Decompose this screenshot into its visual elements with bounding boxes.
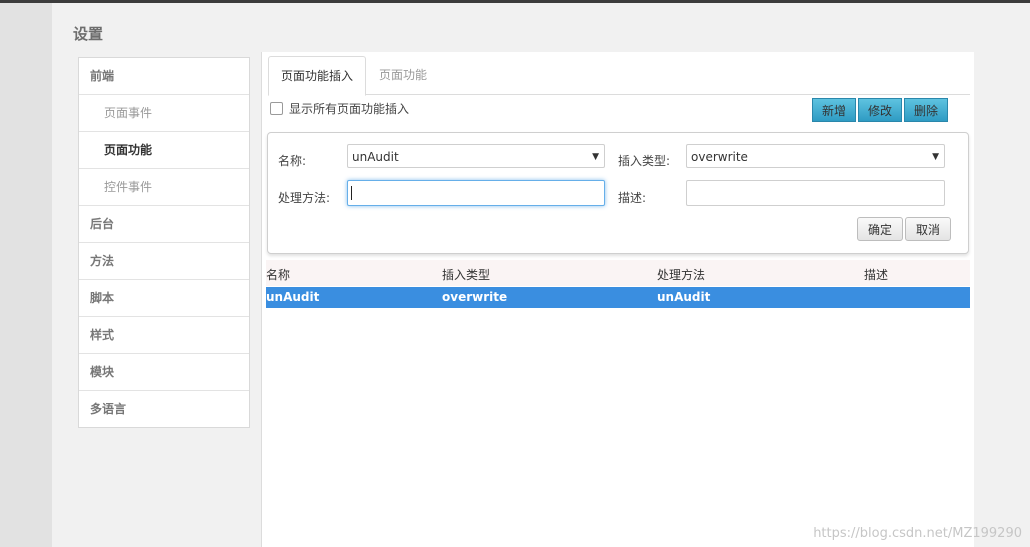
chevron-down-icon: ▼: [932, 152, 939, 162]
tab-page-function[interactable]: 页面功能: [367, 56, 439, 94]
tab-page-function-insert[interactable]: 页面功能插入: [268, 56, 367, 96]
add-button[interactable]: 新增: [812, 98, 856, 122]
desc-input[interactable]: [686, 180, 945, 206]
edit-button[interactable]: 修改: [858, 98, 902, 122]
table-row[interactable]: unAudit overwrite unAudit: [266, 287, 970, 308]
show-all-checkbox[interactable]: [270, 101, 283, 115]
sidebar-item-methods[interactable]: 方法: [79, 243, 249, 280]
desc-label: 描述:: [618, 191, 647, 205]
cancel-button[interactable]: 取消: [905, 217, 951, 241]
dialog-title: 设置: [73, 25, 104, 43]
insert-type-select-value: overwrite: [691, 150, 748, 164]
tab-bar: 页面功能插入 页面功能: [268, 56, 970, 96]
method-label: 处理方法:: [278, 191, 331, 205]
column-header-method[interactable]: 处理方法: [657, 266, 705, 283]
cell-insert-type: overwrite: [442, 290, 508, 304]
sidebar-item-page-events[interactable]: 页面事件: [79, 95, 249, 132]
toolbar: 新增 修改 删除: [812, 98, 950, 122]
column-header-desc[interactable]: 描述: [864, 266, 888, 283]
column-header-insert-type[interactable]: 插入类型: [442, 266, 490, 283]
show-all-label: 显示所有页面功能插入: [289, 101, 410, 116]
cell-method: unAudit: [657, 290, 711, 304]
name-select-value: unAudit: [352, 150, 399, 164]
column-header-name[interactable]: 名称: [266, 266, 290, 283]
delete-button[interactable]: 删除: [904, 98, 948, 122]
name-label: 名称:: [278, 154, 307, 168]
settings-dialog: 设置 前端 页面事件 页面功能 控件事件 后台 方法 脚本 样式 模块 多语言 …: [52, 3, 1030, 547]
sidebar-item-languages[interactable]: 多语言: [79, 391, 249, 427]
edit-form: 名称: unAudit ▼ 插入类型: overwrite ▼ 处理方法: 描述…: [267, 132, 969, 254]
sidebar-item-backend[interactable]: 后台: [79, 206, 249, 243]
main-panel: 页面功能插入 页面功能 显示所有页面功能插入 新增 修改 删除 名称: unAu…: [261, 52, 974, 547]
chevron-down-icon: ▼: [592, 152, 599, 162]
sidebar-item-scripts[interactable]: 脚本: [79, 280, 249, 317]
table-header: 名称 插入类型 处理方法 描述: [266, 260, 970, 286]
confirm-button[interactable]: 确定: [857, 217, 903, 241]
settings-sidebar: 前端 页面事件 页面功能 控件事件 后台 方法 脚本 样式 模块 多语言: [78, 57, 250, 428]
text-caret: [351, 186, 352, 200]
sidebar-item-control-events[interactable]: 控件事件: [79, 169, 249, 206]
sidebar-item-frontend[interactable]: 前端: [79, 58, 249, 95]
background-strip: [0, 3, 52, 547]
insert-type-select[interactable]: overwrite ▼: [686, 144, 945, 168]
name-select[interactable]: unAudit ▼: [347, 144, 605, 168]
insert-type-label: 插入类型:: [618, 154, 671, 168]
sidebar-item-styles[interactable]: 样式: [79, 317, 249, 354]
method-input[interactable]: [347, 180, 605, 206]
show-all-option[interactable]: 显示所有页面功能插入: [270, 100, 409, 116]
watermark: https://blog.csdn.net/MZ199290: [813, 526, 1022, 541]
cell-name: unAudit: [266, 290, 320, 304]
sidebar-item-page-functions[interactable]: 页面功能: [79, 132, 249, 169]
sidebar-item-modules[interactable]: 模块: [79, 354, 249, 391]
